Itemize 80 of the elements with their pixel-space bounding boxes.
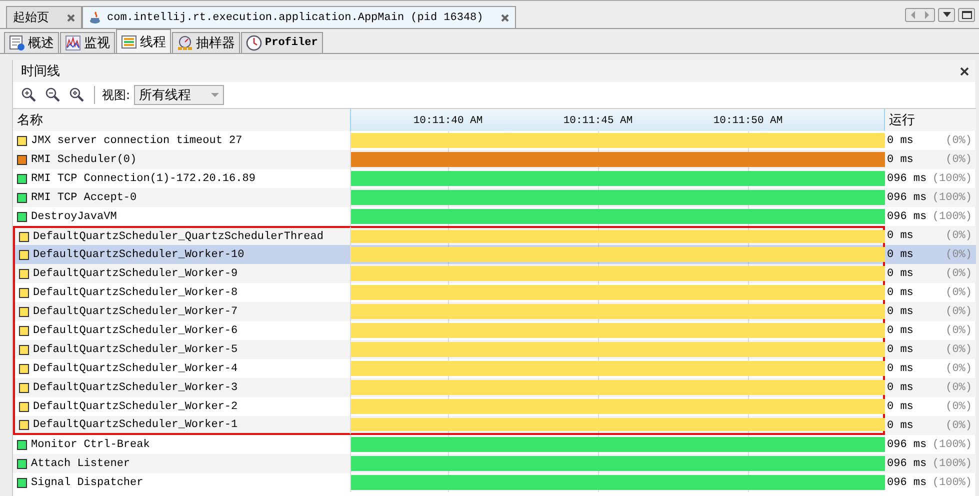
run-time: 096 ms (887, 192, 927, 204)
thread-name-cell[interactable]: DefaultQuartzScheduler_Worker-9 (13, 264, 350, 283)
time-tick: 10:11:40 AM (413, 115, 483, 127)
thread-name-cell[interactable]: DestroyJavaVM (13, 207, 350, 226)
run-time: 096 ms (887, 438, 927, 450)
view-tab[interactable]: 抽样器 (172, 32, 240, 53)
run-percent: (0%) (946, 382, 972, 394)
thread-name-cell[interactable]: DefaultQuartzScheduler_QuartzSchedulerThread (13, 226, 350, 245)
run-percent: (0%) (946, 230, 972, 242)
run-percent: (0%) (946, 306, 972, 318)
threads-icon (121, 34, 137, 50)
run-time: 0 ms (887, 230, 914, 242)
run-time: 0 ms (887, 286, 914, 298)
run-time: 096 ms (887, 172, 927, 184)
run-percent: (0%) (946, 362, 972, 374)
view-tab[interactable]: 概述 (4, 32, 59, 53)
run-percent: (0%) (946, 268, 972, 280)
run-percent: (100%) (932, 458, 972, 470)
run-percent: (0%) (946, 324, 972, 336)
run-percent: (0%) (946, 400, 972, 412)
run-time: 096 ms (887, 476, 927, 488)
thread-name-cell[interactable]: DefaultQuartzScheduler_Worker-3 (13, 378, 350, 397)
thread-name-cell[interactable]: DefaultQuartzScheduler_Worker-7 (13, 302, 350, 321)
thread-name-cell[interactable]: RMI Scheduler(0) (13, 150, 350, 169)
run-percent: (0%) (946, 420, 972, 432)
close-icon[interactable] (501, 14, 510, 22)
thread-name-cell[interactable]: RMI TCP Connection(1)-172.20.16.89 (13, 169, 350, 188)
thread-name-cell[interactable]: RMI TCP Accept-0 (13, 188, 350, 207)
view-label: 视图: (102, 86, 130, 104)
run-time: 0 ms (887, 382, 914, 394)
dropdown-button[interactable] (938, 8, 955, 22)
editor-tab[interactable]: com.intellij.rt.execution.application.AppMain (pid 16348) (82, 6, 516, 28)
column-header[interactable]: 名称 (13, 108, 350, 131)
time-tick: 10:11:45 AM (563, 115, 633, 127)
run-time: 0 ms (887, 420, 914, 432)
view-tab[interactable]: 监视 (60, 32, 115, 53)
view-tab[interactable]: 线程 (116, 29, 171, 53)
run-time: 0 ms (887, 344, 914, 356)
run-percent: (100%) (932, 192, 972, 204)
thread-name-cell[interactable]: JMX server connection timeout 27 (13, 131, 350, 150)
down-triangle-icon (942, 12, 950, 17)
run-percent: (100%) (932, 210, 972, 222)
time-tick: 10:11:50 AM (713, 115, 783, 127)
document-info-icon (9, 35, 25, 51)
column-header[interactable]: 运行 (885, 108, 976, 131)
run-percent: (0%) (946, 154, 972, 166)
thread-name-cell[interactable]: Attach Listener (13, 454, 350, 473)
thread-name-cell[interactable]: DefaultQuartzScheduler_Worker-1 (13, 416, 350, 435)
run-percent: (0%) (946, 248, 972, 260)
gauge-icon (177, 35, 193, 51)
run-percent: (0%) (946, 344, 972, 356)
run-time: 0 ms (887, 154, 914, 166)
thread-name-cell[interactable]: DefaultQuartzScheduler_Worker-5 (13, 340, 350, 359)
run-time: 096 ms (887, 458, 927, 470)
run-percent: (0%) (946, 134, 972, 146)
run-time: 0 ms (887, 134, 914, 146)
maximize-icon (962, 10, 972, 18)
thread-name-cell[interactable]: Signal Dispatcher (13, 473, 350, 492)
run-time: 096 ms (887, 210, 927, 222)
thread-name-cell[interactable]: DefaultQuartzScheduler_Worker-10 (13, 245, 350, 264)
run-time: 0 ms (887, 324, 914, 336)
run-percent: (100%) (932, 476, 972, 488)
clock-icon (246, 35, 262, 51)
run-time: 0 ms (887, 362, 914, 374)
panel-title: 时间线 (21, 63, 60, 80)
coffee-cup-icon (89, 10, 103, 24)
chart-icon (65, 35, 81, 51)
view-tab[interactable]: Profiler (241, 32, 323, 53)
run-percent: (100%) (932, 172, 972, 184)
view-dropdown[interactable]: 所有线程 (134, 85, 224, 105)
run-time: 0 ms (887, 268, 914, 280)
editor-tab[interactable]: 起始页 (6, 6, 82, 28)
run-time: 0 ms (887, 306, 914, 318)
run-time: 0 ms (887, 248, 914, 260)
run-time: 0 ms (887, 400, 914, 412)
run-percent: (0%) (946, 286, 972, 298)
maximize-button[interactable] (958, 8, 975, 22)
run-percent: (100%) (932, 438, 972, 450)
thread-name-cell[interactable]: Monitor Ctrl-Break (13, 435, 350, 454)
close-icon[interactable] (67, 14, 75, 22)
